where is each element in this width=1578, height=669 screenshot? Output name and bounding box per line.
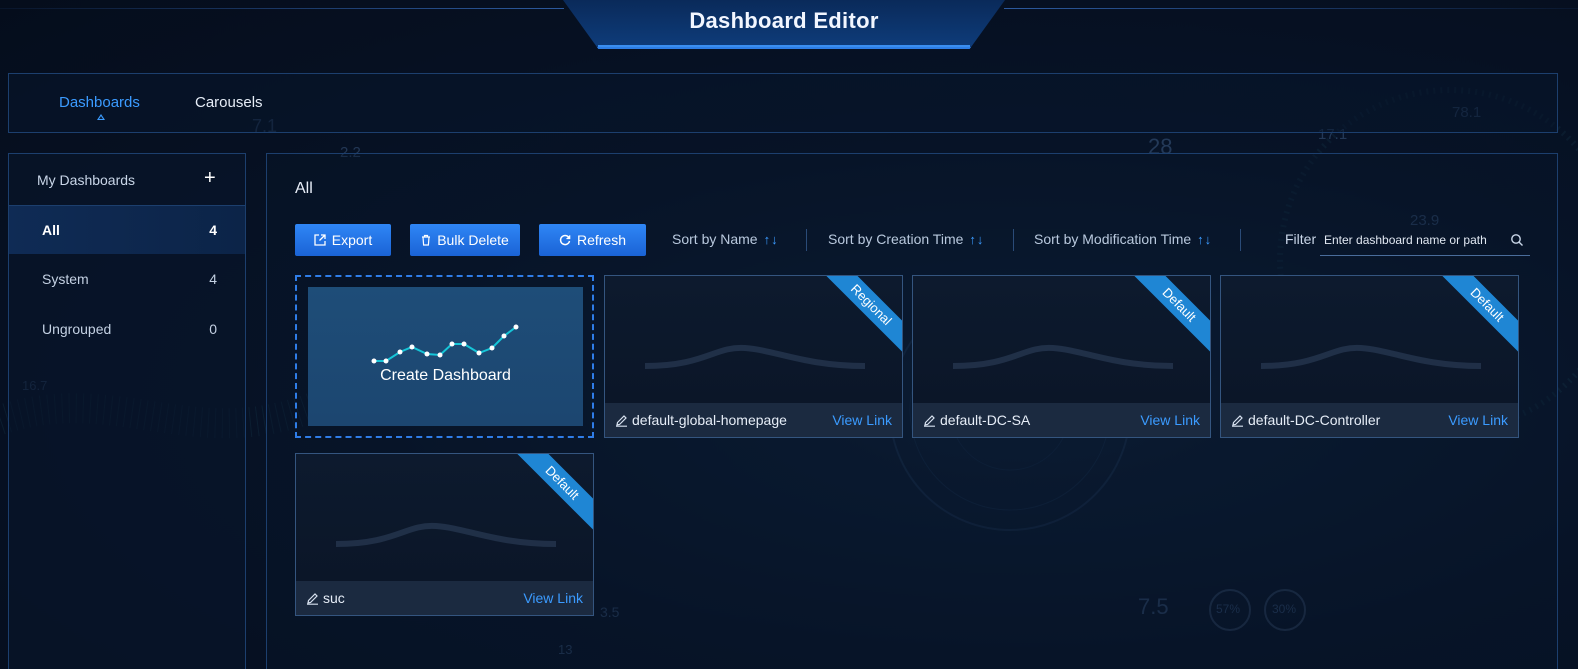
sidebar-item-label: System — [42, 271, 89, 287]
sidebar-item-count: 0 — [209, 321, 217, 337]
view-link[interactable]: View Link — [1448, 412, 1508, 428]
card-footer: default-DC-SA View Link — [913, 403, 1210, 437]
ribbon-container: Default — [1130, 276, 1210, 356]
sidebar-item-count: 4 — [209, 222, 217, 238]
sort-arrows-icon: ↑↓ — [763, 232, 779, 247]
filter-input[interactable] — [1324, 230, 1504, 250]
card-name-text: default-DC-SA — [940, 412, 1031, 428]
ribbon-container: Default — [1438, 276, 1518, 356]
refresh-icon — [559, 234, 571, 246]
refresh-button[interactable]: Refresh — [539, 224, 646, 256]
header-line-right — [1004, 8, 1578, 9]
edit-icon[interactable] — [923, 414, 936, 427]
sort-by-creation-label: Sort by Creation Time — [828, 231, 964, 247]
filter-field — [1320, 224, 1530, 256]
add-group-icon[interactable]: + — [204, 167, 216, 190]
sort-by-modification-time[interactable]: Sort by Modification Time ↑↓ — [1034, 231, 1212, 247]
edit-icon[interactable] — [615, 414, 628, 427]
filter-label: Filter — [1285, 231, 1317, 247]
ribbon-container: Default — [513, 454, 593, 534]
export-label: Export — [331, 232, 373, 248]
card-name-text: suc — [323, 590, 345, 606]
sort-by-modification-label: Sort by Modification Time — [1034, 231, 1192, 247]
sort-by-creation-time[interactable]: Sort by Creation Time ↑↓ — [828, 231, 984, 247]
card-title[interactable]: default-DC-Controller — [1231, 412, 1380, 428]
bulk-delete-button[interactable]: Bulk Delete — [410, 224, 520, 256]
ribbon-container: Regional — [822, 276, 902, 356]
sidebar-item-ungrouped[interactable]: Ungrouped 0 — [9, 305, 245, 353]
card-name-text: default-DC-Controller — [1248, 412, 1381, 428]
top-header: Dashboard Editor — [0, 0, 1578, 50]
sort-arrows-icon: ↑↓ — [969, 232, 985, 247]
default-badge: Default — [513, 454, 593, 533]
card-title[interactable]: default-DC-SA — [923, 412, 1030, 428]
card-footer: suc View Link — [296, 581, 593, 615]
default-badge: Default — [1130, 276, 1210, 355]
tab-bar: Dashboards Carousels — [8, 73, 1558, 133]
sidebar-title: My Dashboards — [37, 172, 136, 188]
dashboard-card[interactable]: Default suc View Link — [295, 453, 594, 616]
sort-arrows-icon: ↑↓ — [1197, 232, 1213, 247]
refresh-label: Refresh — [576, 232, 627, 248]
tab-carousels[interactable]: Carousels — [195, 94, 263, 111]
divider — [1240, 229, 1241, 251]
sort-by-name-label: Sort by Name — [672, 231, 758, 247]
card-title[interactable]: default-global-homepage — [615, 412, 787, 428]
dashboard-card[interactable]: Regional default-global-homepage View Li… — [604, 275, 903, 438]
tab-dashboards[interactable]: Dashboards — [59, 94, 140, 111]
sidebar-item-label: Ungrouped — [42, 321, 112, 337]
sidebar-item-all[interactable]: All 4 — [9, 206, 245, 254]
sidebar-header: My Dashboards + — [9, 154, 245, 206]
divider — [806, 229, 807, 251]
main-panel: All Export Bulk Delete Refresh Sort by N… — [266, 153, 1558, 669]
create-dashboard-label: Create Dashboard — [380, 367, 511, 384]
view-link[interactable]: View Link — [523, 590, 583, 606]
create-dashboard-card[interactable]: Create Dashboard — [295, 275, 594, 438]
view-link[interactable]: View Link — [1140, 412, 1200, 428]
create-dashboard-preview: Create Dashboard — [308, 287, 583, 426]
regional-badge: Regional — [822, 276, 902, 355]
header-line-left — [0, 8, 564, 9]
export-button[interactable]: Export — [295, 224, 391, 256]
dashboard-card[interactable]: Default default-DC-SA View Link — [912, 275, 1211, 438]
default-badge: Default — [1438, 276, 1518, 355]
sidebar-item-label: All — [42, 222, 60, 238]
sidebar: My Dashboards + All 4 System 4 Ungrouped… — [8, 153, 246, 669]
dashboard-card[interactable]: Default default-DC-Controller View Link — [1220, 275, 1519, 438]
edit-icon[interactable] — [306, 592, 319, 605]
card-name-text: default-global-homepage — [632, 412, 787, 428]
bulk-delete-label: Bulk Delete — [437, 232, 509, 248]
sort-by-name[interactable]: Sort by Name ↑↓ — [672, 231, 779, 247]
trash-icon — [422, 234, 431, 246]
sidebar-item-count: 4 — [209, 271, 217, 287]
export-icon — [314, 234, 326, 246]
card-title[interactable]: suc — [306, 590, 345, 606]
card-footer: default-global-homepage View Link — [605, 403, 902, 437]
card-footer: default-DC-Controller View Link — [1221, 403, 1518, 437]
page-title: Dashboard Editor — [689, 8, 879, 33]
edit-icon[interactable] — [1231, 414, 1244, 427]
group-title: All — [295, 180, 313, 197]
active-tab-indicator-icon — [97, 114, 105, 120]
view-link[interactable]: View Link — [832, 412, 892, 428]
sidebar-item-system[interactable]: System 4 — [9, 255, 245, 303]
search-icon[interactable] — [1510, 233, 1524, 247]
divider — [1013, 229, 1014, 251]
